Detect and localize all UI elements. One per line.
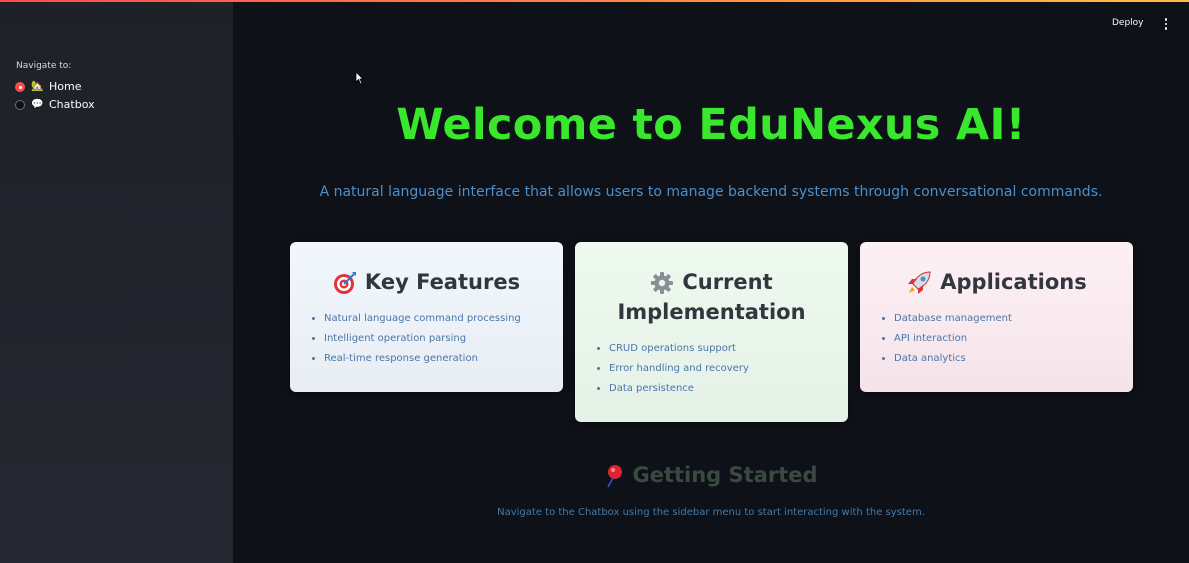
- house-icon: 🏡: [31, 81, 44, 92]
- feature-card-applications: Applications Database management API int…: [860, 242, 1133, 392]
- page-title: Welcome to EduNexus AI!: [396, 100, 1026, 150]
- radio-selected-icon[interactable]: [15, 81, 25, 92]
- sidebar: Navigate to: 🏡 Home 💬 Chatbox: [0, 2, 233, 563]
- speech-bubble-icon: 💬: [31, 99, 44, 110]
- target-icon: [333, 272, 356, 294]
- list-item: Natural language command processing: [324, 309, 563, 329]
- list-item: Database management: [894, 309, 1133, 329]
- list-item: Data persistence: [609, 379, 848, 399]
- page-subtitle: A natural language interface that allows…: [319, 184, 1103, 200]
- kebab-menu-icon[interactable]: [1160, 17, 1172, 31]
- mouse-cursor-icon: [355, 71, 364, 85]
- card-list: Database management API interaction Data…: [860, 309, 1133, 369]
- card-title: Applications: [860, 267, 1133, 297]
- list-item: Real-time response generation: [324, 349, 563, 369]
- nav-label: Navigate to:: [16, 61, 72, 71]
- radio-unselected-icon[interactable]: [15, 99, 25, 110]
- card-title-text: Current: [682, 270, 773, 294]
- card-title-text: Implementation: [617, 300, 806, 324]
- getting-started-text: Navigate to the Chatbox using the sideba…: [497, 507, 925, 518]
- card-title-text: Applications: [940, 270, 1087, 294]
- pushpin-icon: [607, 465, 623, 488]
- deploy-button[interactable]: Deploy: [1112, 18, 1144, 28]
- rocket-icon: [908, 271, 931, 294]
- list-item: API interaction: [894, 329, 1133, 349]
- gear-icon: [651, 272, 674, 294]
- nav-option-chatbox[interactable]: 💬 Chatbox: [15, 98, 95, 111]
- nav-option-home[interactable]: 🏡 Home: [15, 80, 81, 93]
- list-item: CRUD operations support: [609, 339, 848, 359]
- card-title: Key Features: [290, 267, 563, 297]
- card-list: Natural language command processing Inte…: [290, 309, 563, 369]
- nav-option-label: Home: [49, 80, 82, 93]
- list-item: Intelligent operation parsing: [324, 329, 563, 349]
- card-list: CRUD operations support Error handling a…: [575, 339, 848, 399]
- card-title: Current Implementation: [575, 267, 848, 327]
- feature-card-key-features: Key Features Natural language command pr…: [290, 242, 563, 392]
- list-item: Error handling and recovery: [609, 359, 848, 379]
- list-item: Data analytics: [894, 349, 1133, 369]
- getting-started-title: Getting Started: [632, 463, 818, 487]
- card-title-text: Key Features: [364, 270, 521, 294]
- nav-option-label: Chatbox: [49, 98, 95, 111]
- feature-card-current-implementation: Current Implementation CRUD operations s…: [575, 242, 848, 422]
- getting-started-heading: Getting Started: [233, 463, 1189, 488]
